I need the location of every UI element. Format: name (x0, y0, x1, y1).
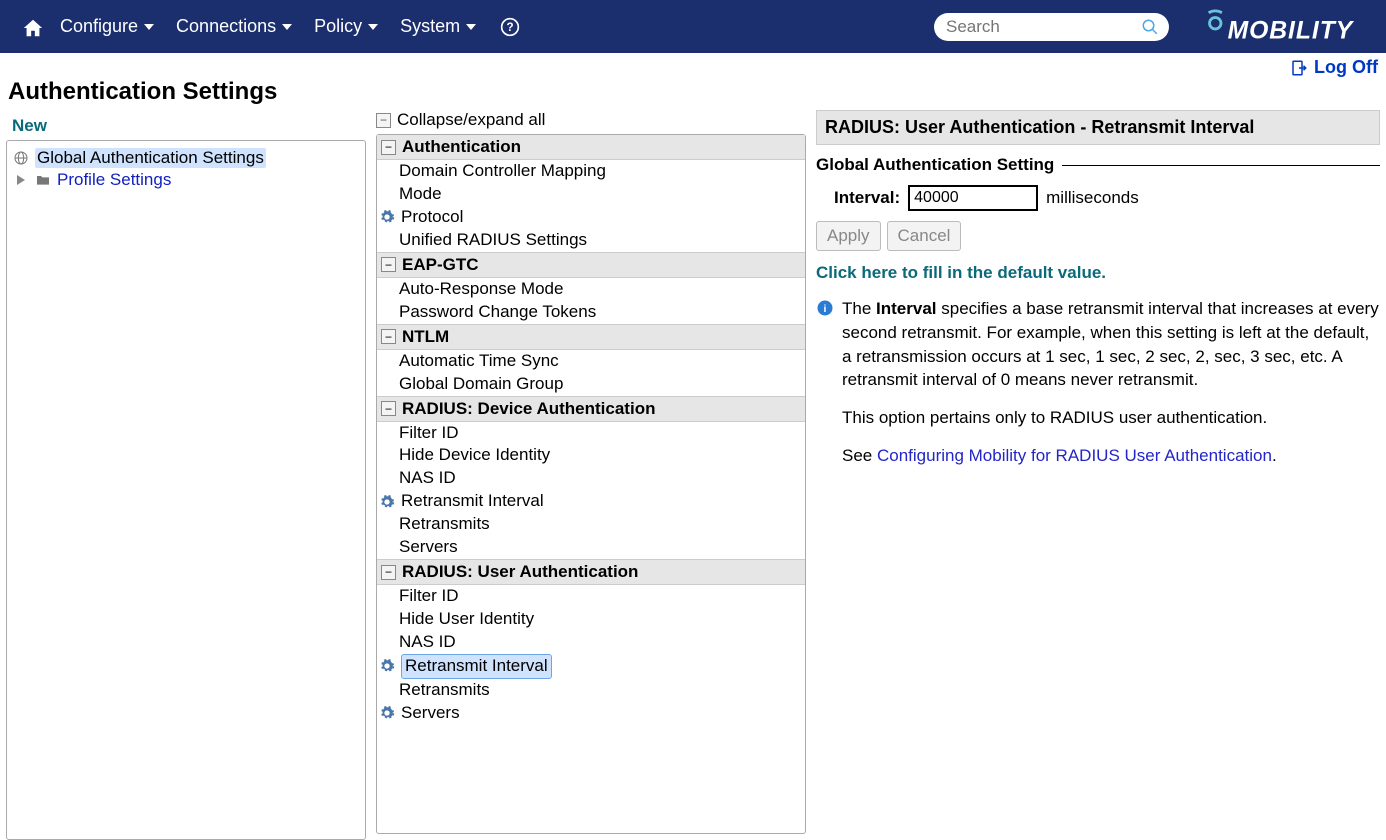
section-header[interactable]: −RADIUS: User Authentication (377, 559, 805, 585)
logoff-link[interactable]: Log Off (1290, 57, 1378, 78)
nav-connections[interactable]: Connections (176, 16, 292, 37)
collapse-icon[interactable]: − (381, 329, 396, 344)
gear-icon (379, 658, 395, 674)
search-box (934, 13, 1169, 41)
section-header[interactable]: −EAP-GTC (377, 252, 805, 278)
setting-item[interactable]: NAS ID (377, 631, 805, 654)
setting-item[interactable]: Mode (377, 183, 805, 206)
svg-text:i: i (824, 303, 827, 315)
setting-item[interactable]: NAS ID (377, 467, 805, 490)
info-icon: i (816, 299, 834, 317)
setting-item[interactable]: Domain Controller Mapping (377, 160, 805, 183)
setting-item[interactable]: Password Change Tokens (377, 301, 805, 324)
setting-item[interactable]: Auto-Response Mode (377, 278, 805, 301)
collapse-icon[interactable]: − (381, 565, 396, 580)
setting-item[interactable]: Filter ID (377, 585, 805, 608)
gear-icon (379, 209, 395, 225)
brand-logo: MOBILITY (1201, 8, 1372, 46)
setting-item[interactable]: Retransmit Interval (377, 490, 805, 513)
interval-input[interactable] (908, 185, 1038, 211)
expand-icon[interactable] (13, 172, 29, 188)
interval-label: Interval: (834, 188, 900, 208)
detail-title: RADIUS: User Authentication - Retransmit… (816, 110, 1380, 145)
info-text: The Interval specifies a base retransmit… (842, 297, 1380, 482)
apply-button[interactable]: Apply (816, 221, 881, 251)
svg-text:MOBILITY: MOBILITY (1228, 17, 1355, 44)
fill-default-link[interactable]: Click here to fill in the default value. (816, 263, 1380, 283)
setting-item[interactable]: Unified RADIUS Settings (377, 229, 805, 252)
setting-item[interactable]: Servers (377, 536, 805, 559)
setting-item[interactable]: Hide Device Identity (377, 444, 805, 467)
setting-item[interactable]: Protocol (377, 206, 805, 229)
nav-configure[interactable]: Configure (60, 16, 154, 37)
setting-item[interactable]: Filter ID (377, 422, 805, 445)
collapse-all-label[interactable]: Collapse/expand all (397, 110, 545, 130)
help-icon[interactable]: ? (500, 17, 520, 37)
collapse-all-toggle[interactable]: − (376, 113, 391, 128)
search-icon[interactable] (1141, 18, 1159, 36)
detail-section-header: Global Authentication Setting (816, 155, 1380, 175)
setting-item[interactable]: Automatic Time Sync (377, 350, 805, 373)
left-tree: Global Authentication Settings Profile S… (6, 140, 366, 840)
chevron-down-icon (368, 24, 378, 30)
chevron-down-icon (466, 24, 476, 30)
gear-icon (379, 705, 395, 721)
gear-icon (379, 494, 395, 510)
chevron-down-icon (282, 24, 292, 30)
nav-policy[interactable]: Policy (314, 16, 378, 37)
nav-system[interactable]: System (400, 16, 476, 37)
tree-item-global-auth[interactable]: Global Authentication Settings (13, 147, 359, 169)
new-link[interactable]: New (6, 110, 47, 140)
info-doc-link[interactable]: Configuring Mobility for RADIUS User Aut… (877, 446, 1272, 465)
chevron-down-icon (144, 24, 154, 30)
setting-item[interactable]: Retransmit Interval (377, 654, 805, 679)
setting-item[interactable]: Global Domain Group (377, 373, 805, 396)
svg-text:?: ? (507, 21, 514, 34)
home-icon[interactable] (22, 17, 44, 37)
settings-tree: −AuthenticationDomain Controller Mapping… (376, 134, 806, 834)
setting-item[interactable]: Hide User Identity (377, 608, 805, 631)
setting-item[interactable]: Retransmits (377, 679, 805, 702)
collapse-icon[interactable]: − (381, 401, 396, 416)
cancel-button[interactable]: Cancel (887, 221, 962, 251)
top-nav: Configure Connections Policy System ? MO… (0, 0, 1386, 53)
collapse-icon[interactable]: − (381, 257, 396, 272)
tree-item-profile-settings[interactable]: Profile Settings (13, 169, 359, 191)
section-header[interactable]: −NTLM (377, 324, 805, 350)
globe-icon (13, 150, 29, 166)
folder-icon (35, 172, 51, 188)
setting-item[interactable]: Retransmits (377, 513, 805, 536)
section-header[interactable]: −RADIUS: Device Authentication (377, 396, 805, 422)
page-title: Authentication Settings (0, 78, 1386, 110)
collapse-icon[interactable]: − (381, 140, 396, 155)
search-input[interactable] (934, 13, 1169, 41)
setting-item[interactable]: Servers (377, 702, 805, 725)
section-header[interactable]: −Authentication (377, 135, 805, 160)
interval-unit: milliseconds (1046, 188, 1139, 208)
